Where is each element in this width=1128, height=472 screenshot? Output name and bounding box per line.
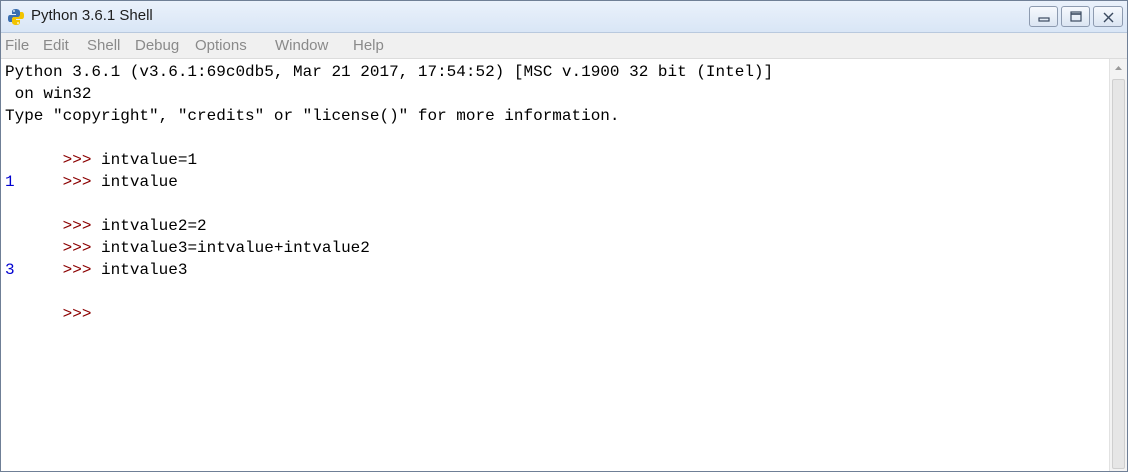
window-title: Python 3.6.1 Shell (31, 7, 153, 24)
minimize-button[interactable] (1029, 6, 1058, 27)
scroll-up-arrow-icon[interactable] (1110, 59, 1127, 77)
close-button[interactable] (1093, 6, 1123, 27)
shell-line: >>> intvalue2=2 (5, 193, 207, 235)
menu-shell[interactable]: Shell (87, 37, 120, 54)
shell-line: >>> intvalue3 (5, 237, 188, 279)
shell-line: >>> intvalue (5, 149, 178, 191)
python-icon (8, 9, 24, 25)
vertical-scrollbar[interactable] (1109, 59, 1127, 471)
prompt: >>> (62, 261, 92, 279)
maximize-icon (1070, 11, 1082, 22)
menu-debug[interactable]: Debug (135, 37, 179, 54)
input-code: intvalue3 (101, 261, 188, 279)
current-prompt-line[interactable]: >>> (5, 281, 92, 323)
minimize-icon (1038, 17, 1050, 22)
scrollbar-thumb[interactable] (1112, 79, 1125, 469)
title-bar[interactable]: Python 3.6.1 Shell (1, 1, 1127, 33)
shell-line: >>> intvalue3=intvalue+intvalue2 (5, 215, 370, 257)
shell-output-area[interactable]: Python 3.6.1 (v3.6.1:69c0db5, Mar 21 201… (1, 59, 1109, 471)
input-code: intvalue (101, 173, 178, 191)
menu-bar: File Edit Shell Debug Options Window Hel… (1, 33, 1127, 59)
banner-info: Type "copyright", "credits" or "license(… (5, 107, 620, 125)
banner-version: Python 3.6.1 (v3.6.1:69c0db5, Mar 21 201… (5, 63, 774, 81)
prompt: >>> (62, 173, 92, 191)
menu-help[interactable]: Help (353, 37, 384, 54)
menu-file[interactable]: File (5, 37, 29, 54)
maximize-button[interactable] (1061, 6, 1090, 27)
output-value: 1 (5, 173, 15, 191)
menu-options[interactable]: Options (195, 37, 247, 54)
output-value: 3 (5, 261, 15, 279)
close-icon (1103, 12, 1114, 23)
menu-window[interactable]: Window (275, 37, 328, 54)
prompt: >>> (62, 305, 92, 323)
banner-platform: on win32 (5, 85, 92, 103)
python-shell-window: Python 3.6.1 Shell File Edit Shell Debug… (0, 0, 1128, 472)
shell-line: >>> intvalue=1 (5, 127, 197, 169)
menu-edit[interactable]: Edit (43, 37, 69, 54)
